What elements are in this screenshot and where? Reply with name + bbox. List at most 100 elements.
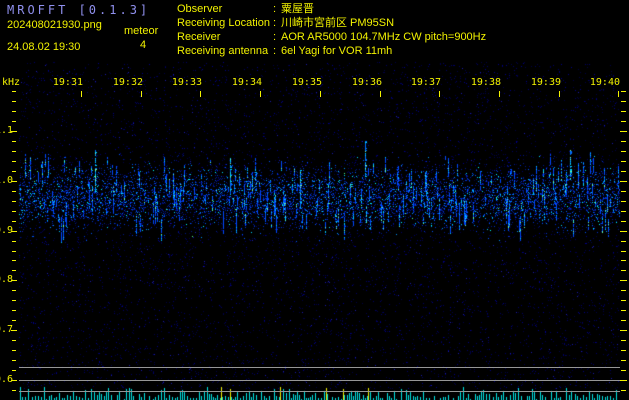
freq-minor-tick-left: [12, 290, 16, 291]
mode-label: meteor: [124, 25, 158, 38]
freq-major-tick-left: [11, 231, 17, 232]
time-axis-label: 19:40: [588, 78, 620, 88]
location-value: 川崎市宮前区 PM95SN: [281, 16, 394, 30]
station-info-block: Observer:粟屋晋 Receiving Location:川崎市宮前区 P…: [177, 2, 486, 58]
freq-minor-tick-left: [12, 111, 16, 112]
colon: :: [273, 30, 281, 44]
freq-minor-tick-right: [621, 151, 626, 152]
receiver-value: AOR AR5000 104.7MHz CW pitch=900Hz: [281, 30, 486, 44]
freq-minor-tick-left: [12, 340, 16, 341]
freq-major-tick-right: [620, 131, 627, 132]
freq-minor-tick-right: [621, 260, 626, 261]
time-axis-label: 19:33: [170, 78, 202, 88]
output-filename: 202408021930.png: [7, 19, 102, 32]
time-tick: [618, 91, 619, 97]
info-row-antenna: Receiving antenna:6el Yagi for VOR 11mh: [177, 44, 486, 58]
freq-major-tick-right: [620, 380, 627, 381]
freq-minor-tick-right: [621, 310, 626, 311]
freq-major-tick-right: [620, 231, 627, 232]
freq-minor-tick-left: [12, 101, 16, 102]
time-tick: [380, 91, 381, 97]
freq-minor-tick-right: [621, 211, 626, 212]
time-tick: [559, 91, 560, 97]
freq-minor-tick-right: [621, 251, 626, 252]
freq-minor-tick-left: [12, 251, 16, 252]
freq-minor-tick-left: [12, 300, 16, 301]
freq-minor-tick-right: [621, 221, 626, 222]
spectrogram-canvas: [0, 0, 629, 400]
freq-minor-tick-right: [621, 360, 626, 361]
freq-major-tick-left: [11, 131, 17, 132]
time-tick: [260, 91, 261, 97]
observer-value: 粟屋晋: [281, 2, 314, 16]
antenna-value: 6el Yagi for VOR 11mh: [281, 44, 392, 58]
freq-minor-tick-right: [621, 161, 626, 162]
freq-minor-tick-left: [12, 270, 16, 271]
freq-minor-tick-right: [621, 201, 626, 202]
freq-major-tick-right: [620, 181, 627, 182]
freq-minor-tick-left: [12, 370, 16, 371]
freq-minor-tick-left: [12, 201, 16, 202]
colon: :: [273, 2, 281, 16]
freq-major-tick-right: [620, 280, 627, 281]
frequency-unit-label: kHz: [2, 77, 20, 88]
time-axis-label: 19:36: [350, 78, 382, 88]
freq-minor-tick-right: [621, 340, 626, 341]
freq-major-tick-left: [11, 330, 17, 331]
freq-minor-tick-right: [621, 91, 626, 92]
freq-minor-tick-left: [12, 161, 16, 162]
time-tick: [200, 91, 201, 97]
freq-minor-tick-left: [12, 211, 16, 212]
time-axis-label: 19:35: [290, 78, 322, 88]
freq-minor-tick-left: [12, 390, 16, 391]
freq-minor-tick-left: [12, 320, 16, 321]
freq-minor-tick-right: [621, 101, 626, 102]
freq-major-tick-left: [11, 181, 17, 182]
info-row-observer: Observer:粟屋晋: [177, 2, 486, 16]
freq-minor-tick-left: [12, 141, 16, 142]
freq-minor-tick-left: [12, 360, 16, 361]
mrofft-spectrogram-screen: MROFFT [0.1.3] 202408021930.png 24.08.02…: [0, 0, 629, 400]
freq-minor-tick-right: [621, 290, 626, 291]
time-axis-label: 19:32: [111, 78, 143, 88]
reference-line: [19, 380, 620, 381]
time-axis-label: 19:38: [469, 78, 501, 88]
freq-minor-tick-left: [12, 121, 16, 122]
freq-minor-tick-right: [621, 350, 626, 351]
freq-minor-tick-left: [12, 260, 16, 261]
freq-minor-tick-right: [621, 241, 626, 242]
time-axis-label: 19:34: [230, 78, 262, 88]
colon: :: [273, 16, 281, 30]
observation-datetime: 24.08.02 19:30: [7, 41, 80, 54]
reference-line: [19, 367, 620, 368]
freq-major-tick-left: [11, 280, 17, 281]
freq-minor-tick-right: [621, 300, 626, 301]
freq-minor-tick-left: [12, 91, 16, 92]
freq-minor-tick-left: [12, 151, 16, 152]
freq-minor-tick-right: [621, 111, 626, 112]
time-axis-label: 19:39: [529, 78, 561, 88]
freq-minor-tick-left: [12, 241, 16, 242]
colon: :: [273, 44, 281, 58]
time-axis-label: 19:37: [409, 78, 441, 88]
freq-minor-tick-right: [621, 171, 626, 172]
freq-minor-tick-right: [621, 390, 626, 391]
receiver-label: Receiver: [177, 30, 273, 44]
freq-minor-tick-left: [12, 310, 16, 311]
freq-minor-tick-right: [621, 320, 626, 321]
freq-minor-tick-left: [12, 350, 16, 351]
antenna-label: Receiving antenna: [177, 44, 273, 58]
freq-minor-tick-left: [12, 221, 16, 222]
observer-label: Observer: [177, 2, 273, 16]
location-label: Receiving Location: [177, 16, 273, 30]
freq-minor-tick-right: [621, 191, 626, 192]
time-tick: [141, 91, 142, 97]
info-row-location: Receiving Location:川崎市宮前区 PM95SN: [177, 16, 486, 30]
info-row-receiver: Receiver:AOR AR5000 104.7MHz CW pitch=90…: [177, 30, 486, 44]
time-tick: [499, 91, 500, 97]
freq-minor-tick-left: [12, 191, 16, 192]
freq-minor-tick-right: [621, 270, 626, 271]
freq-minor-tick-left: [12, 171, 16, 172]
freq-major-tick-left: [11, 380, 17, 381]
freq-major-tick-right: [620, 330, 627, 331]
